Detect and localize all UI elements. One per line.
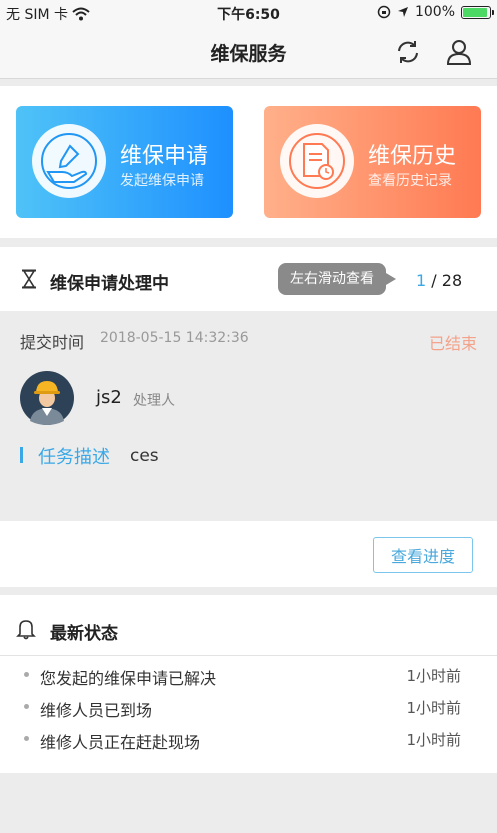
avatar	[20, 371, 74, 425]
task-description-value: ces	[130, 446, 159, 466]
status-time: 1小时前	[406, 699, 461, 717]
bullet	[24, 672, 29, 677]
status-list-item[interactable]: 您发起的维保申请已解决 1小时前	[0, 661, 497, 691]
processing-header: 维保申请处理中 左右滑动查看 1 / 28	[0, 247, 497, 311]
submit-time-label: 提交时间	[20, 333, 85, 352]
divider	[0, 655, 497, 656]
task-description-label: 任务描述	[38, 447, 110, 468]
battery-icon	[461, 5, 494, 19]
pager-total: 28	[441, 271, 463, 290]
hand-pen-icon	[41, 133, 97, 189]
card-subtitle: 查看历史记录	[368, 173, 452, 189]
section-title: 维保申请处理中	[50, 274, 169, 294]
card-subtitle: 发起维保申请	[120, 173, 204, 189]
nav-bar: 维保服务	[0, 26, 497, 79]
status-bar: 无 SIM 卡 下午6:50 100%	[0, 0, 497, 26]
maintenance-apply-card[interactable]: 维保申请 发起维保申请	[16, 106, 233, 218]
pager-separator: /	[431, 271, 437, 290]
accent-bar	[20, 447, 23, 463]
status-text: 维修人员正在赶赴现场	[40, 733, 201, 752]
status-time: 1小时前	[406, 667, 461, 685]
battery-percent: 100%	[414, 4, 455, 20]
status-text: 维修人员已到场	[40, 701, 153, 720]
processing-section: 维保申请处理中 左右滑动查看 1 / 28 提交时间 2018-05-15 14…	[0, 247, 497, 587]
status-text: 您发起的维保申请已解决	[40, 669, 217, 688]
rotation-lock-icon	[377, 5, 391, 19]
bullet	[24, 736, 29, 741]
document-clock-icon	[289, 133, 345, 189]
pager: 1 / 28	[416, 271, 462, 290]
section-title: 最新状态	[50, 624, 118, 644]
handler-role: 处理人	[133, 393, 175, 409]
location-icon	[397, 7, 408, 17]
status-badge: 已结束	[428, 334, 477, 353]
hourglass-icon	[22, 269, 36, 289]
refresh-icon[interactable]	[393, 37, 423, 67]
pager-current: 1	[416, 271, 427, 290]
latest-status-section: 最新状态 您发起的维保申请已解决 1小时前 维修人员已到场 1小时前 维修人员正…	[0, 595, 497, 773]
quick-actions: 维保申请 发起维保申请 维保历史 查看历史记录	[0, 86, 497, 238]
status-list-item[interactable]: 维修人员已到场 1小时前	[0, 693, 497, 723]
status-time: 1小时前	[406, 731, 461, 749]
swipe-hint-tooltip: 左右滑动查看	[278, 263, 396, 295]
status-list-item[interactable]: 维修人员正在赶赴现场 1小时前	[0, 725, 497, 755]
handler-name: js2	[96, 387, 122, 408]
card-title: 维保历史	[368, 144, 457, 169]
request-card[interactable]: 提交时间 2018-05-15 14:32:36 已结束 js2 处理人 任务描…	[0, 311, 497, 521]
user-icon[interactable]	[444, 37, 474, 67]
submit-time-value: 2018-05-15 14:32:36	[100, 330, 249, 346]
bullet	[24, 704, 29, 709]
view-progress-button[interactable]: 查看进度	[373, 537, 473, 573]
maintenance-history-card[interactable]: 维保历史 查看历史记录	[264, 106, 481, 218]
card-title: 维保申请	[120, 144, 209, 169]
bell-icon	[16, 620, 36, 640]
